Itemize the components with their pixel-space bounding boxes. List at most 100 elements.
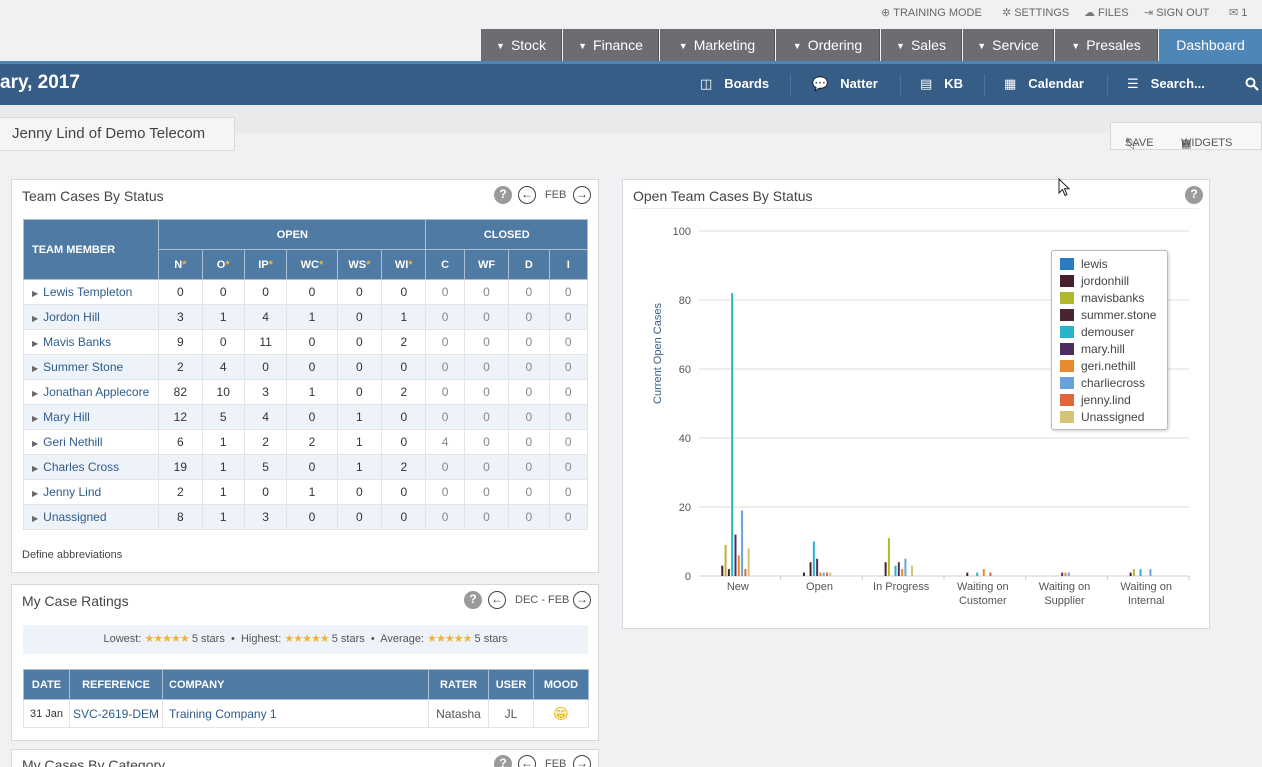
legend-item[interactable]: summer.stone (1060, 308, 1156, 322)
next-period-icon[interactable]: → (573, 591, 591, 609)
messages-link[interactable]: ✉ 1 (1229, 6, 1247, 19)
closed-count-cell[interactable]: 0 (463, 429, 510, 455)
open-count-cell[interactable]: 2 (286, 429, 338, 455)
closed-count-cell[interactable]: 0 (508, 354, 550, 380)
closed-count-cell[interactable]: 0 (508, 329, 550, 355)
open-count-cell[interactable]: 1 (201, 479, 245, 505)
legend-item[interactable]: geri.nethill (1060, 359, 1136, 373)
expand-icon[interactable]: ▶ (32, 464, 38, 473)
legend-item[interactable]: jenny.lind (1060, 393, 1131, 407)
table-row[interactable]: ▶ Mary Hill 12 5 4 0 1 0 0 0 0 0 (22, 404, 589, 430)
closed-count-cell[interactable]: 0 (463, 504, 510, 530)
open-count-cell[interactable]: 1 (286, 379, 338, 405)
closed-count-cell[interactable]: 0 (548, 429, 589, 455)
open-count-cell[interactable]: 10 (201, 379, 245, 405)
define-abbreviations-link[interactable]: Define abbreviations (22, 549, 122, 561)
open-count-cell[interactable]: 2 (158, 479, 203, 505)
reference-link[interactable]: SVC-2619-DEM (69, 699, 163, 728)
team-member-name[interactable]: ▶ Jenny Lind (22, 479, 160, 505)
closed-count-cell[interactable]: 0 (425, 304, 465, 330)
magnifier-icon[interactable] (1245, 77, 1259, 94)
closed-count-cell[interactable]: 0 (463, 329, 510, 355)
help-icon[interactable]: ? (494, 186, 512, 204)
team-member-name[interactable]: ▶ Summer Stone (22, 354, 160, 380)
open-count-cell[interactable]: 19 (158, 454, 203, 480)
table-row[interactable]: ▶ Jonathan Applecore 82 10 3 1 0 2 0 0 0 0 (22, 379, 589, 405)
team-member-name[interactable]: ▶ Mary Hill (22, 404, 160, 430)
closed-count-cell[interactable]: 0 (425, 329, 465, 355)
closed-count-cell[interactable]: 0 (508, 504, 550, 530)
open-count-cell[interactable]: 9 (158, 329, 203, 355)
tab-ordering[interactable]: ▼ Ordering (776, 29, 880, 61)
sign-out-link[interactable]: ⇥ SIGN OUT (1144, 6, 1209, 19)
tab-presales[interactable]: ▼ Presales (1055, 29, 1158, 61)
open-count-cell[interactable]: 1 (201, 304, 245, 330)
legend-item[interactable]: mary.hill (1060, 342, 1125, 356)
open-count-cell[interactable]: 1 (381, 304, 427, 330)
open-count-cell[interactable]: 1 (336, 404, 383, 430)
legend-item[interactable]: lewis (1060, 257, 1108, 271)
calendar-button[interactable]: ▦ Calendar (1004, 76, 1084, 92)
table-row[interactable]: ▶ Charles Cross 19 1 5 0 1 2 0 0 0 0 (22, 454, 589, 480)
open-count-cell[interactable]: 0 (336, 304, 383, 330)
open-count-cell[interactable]: 6 (158, 429, 203, 455)
closed-count-cell[interactable]: 0 (548, 504, 589, 530)
closed-count-cell[interactable]: 0 (425, 279, 465, 305)
table-row[interactable]: ▶ Jenny Lind 2 1 0 1 0 0 0 0 0 0 (22, 479, 589, 505)
prev-period-icon[interactable]: ← (488, 591, 506, 609)
next-period-icon[interactable]: → (573, 755, 591, 767)
table-row[interactable]: 31 Jan SVC-2619-DEM Training Company 1 N… (23, 699, 589, 728)
closed-count-cell[interactable]: 0 (508, 304, 550, 330)
open-count-cell[interactable]: 0 (286, 504, 338, 530)
prev-period-icon[interactable]: ← (518, 186, 536, 204)
expand-icon[interactable]: ▶ (32, 314, 38, 323)
closed-count-cell[interactable]: 0 (548, 279, 589, 305)
expand-icon[interactable]: ▶ (32, 414, 38, 423)
kb-button[interactable]: ▤ KB (920, 76, 963, 92)
next-period-icon[interactable]: → (573, 186, 591, 204)
team-member-name[interactable]: ▶ Geri Nethill (22, 429, 160, 455)
closed-count-cell[interactable]: 0 (508, 429, 550, 455)
closed-count-cell[interactable]: 0 (425, 479, 465, 505)
closed-count-cell[interactable]: 0 (425, 504, 465, 530)
closed-count-cell[interactable]: 0 (463, 279, 510, 305)
team-member-name[interactable]: ▶ Jordon Hill (22, 304, 160, 330)
open-count-cell[interactable]: 4 (243, 304, 288, 330)
open-count-cell[interactable]: 1 (286, 479, 338, 505)
expand-icon[interactable]: ▶ (32, 339, 38, 348)
open-count-cell[interactable]: 3 (243, 504, 288, 530)
closed-count-cell[interactable]: 0 (548, 454, 589, 480)
help-icon[interactable]: ? (494, 755, 512, 767)
open-count-cell[interactable]: 5 (201, 404, 245, 430)
table-row[interactable]: ▶ Lewis Templeton 0 0 0 0 0 0 0 0 0 0 (22, 279, 589, 305)
closed-count-cell[interactable]: 0 (508, 379, 550, 405)
user-context-tab[interactable]: Jenny Lind of Demo Telecom (0, 117, 235, 151)
open-count-cell[interactable]: 11 (243, 329, 288, 355)
legend-item[interactable]: mavisbanks (1060, 291, 1144, 305)
open-count-cell[interactable]: 1 (286, 304, 338, 330)
open-count-cell[interactable]: 0 (243, 354, 288, 380)
expand-icon[interactable]: ▶ (32, 489, 38, 498)
closed-count-cell[interactable]: 4 (425, 429, 465, 455)
open-count-cell[interactable]: 0 (336, 504, 383, 530)
open-count-cell[interactable]: 82 (158, 379, 203, 405)
closed-count-cell[interactable]: 0 (463, 304, 510, 330)
open-count-cell[interactable]: 8 (158, 504, 203, 530)
team-member-name[interactable]: ▶ Unassigned (22, 504, 160, 530)
expand-icon[interactable]: ▶ (32, 439, 38, 448)
team-member-name[interactable]: ▶ Charles Cross (22, 454, 160, 480)
closed-count-cell[interactable]: 0 (425, 379, 465, 405)
legend-item[interactable]: jordonhill (1060, 274, 1129, 288)
open-count-cell[interactable]: 0 (336, 379, 383, 405)
open-count-cell[interactable]: 0 (286, 279, 338, 305)
open-count-cell[interactable]: 2 (381, 379, 427, 405)
team-member-name[interactable]: ▶ Lewis Templeton (22, 279, 160, 305)
closed-count-cell[interactable]: 0 (508, 279, 550, 305)
open-count-cell[interactable]: 0 (336, 329, 383, 355)
open-count-cell[interactable]: 2 (158, 354, 203, 380)
closed-count-cell[interactable]: 0 (463, 354, 510, 380)
expand-icon[interactable]: ▶ (32, 389, 38, 398)
open-count-cell[interactable]: 1 (201, 429, 245, 455)
open-count-cell[interactable]: 12 (158, 404, 203, 430)
open-count-cell[interactable]: 0 (381, 504, 427, 530)
